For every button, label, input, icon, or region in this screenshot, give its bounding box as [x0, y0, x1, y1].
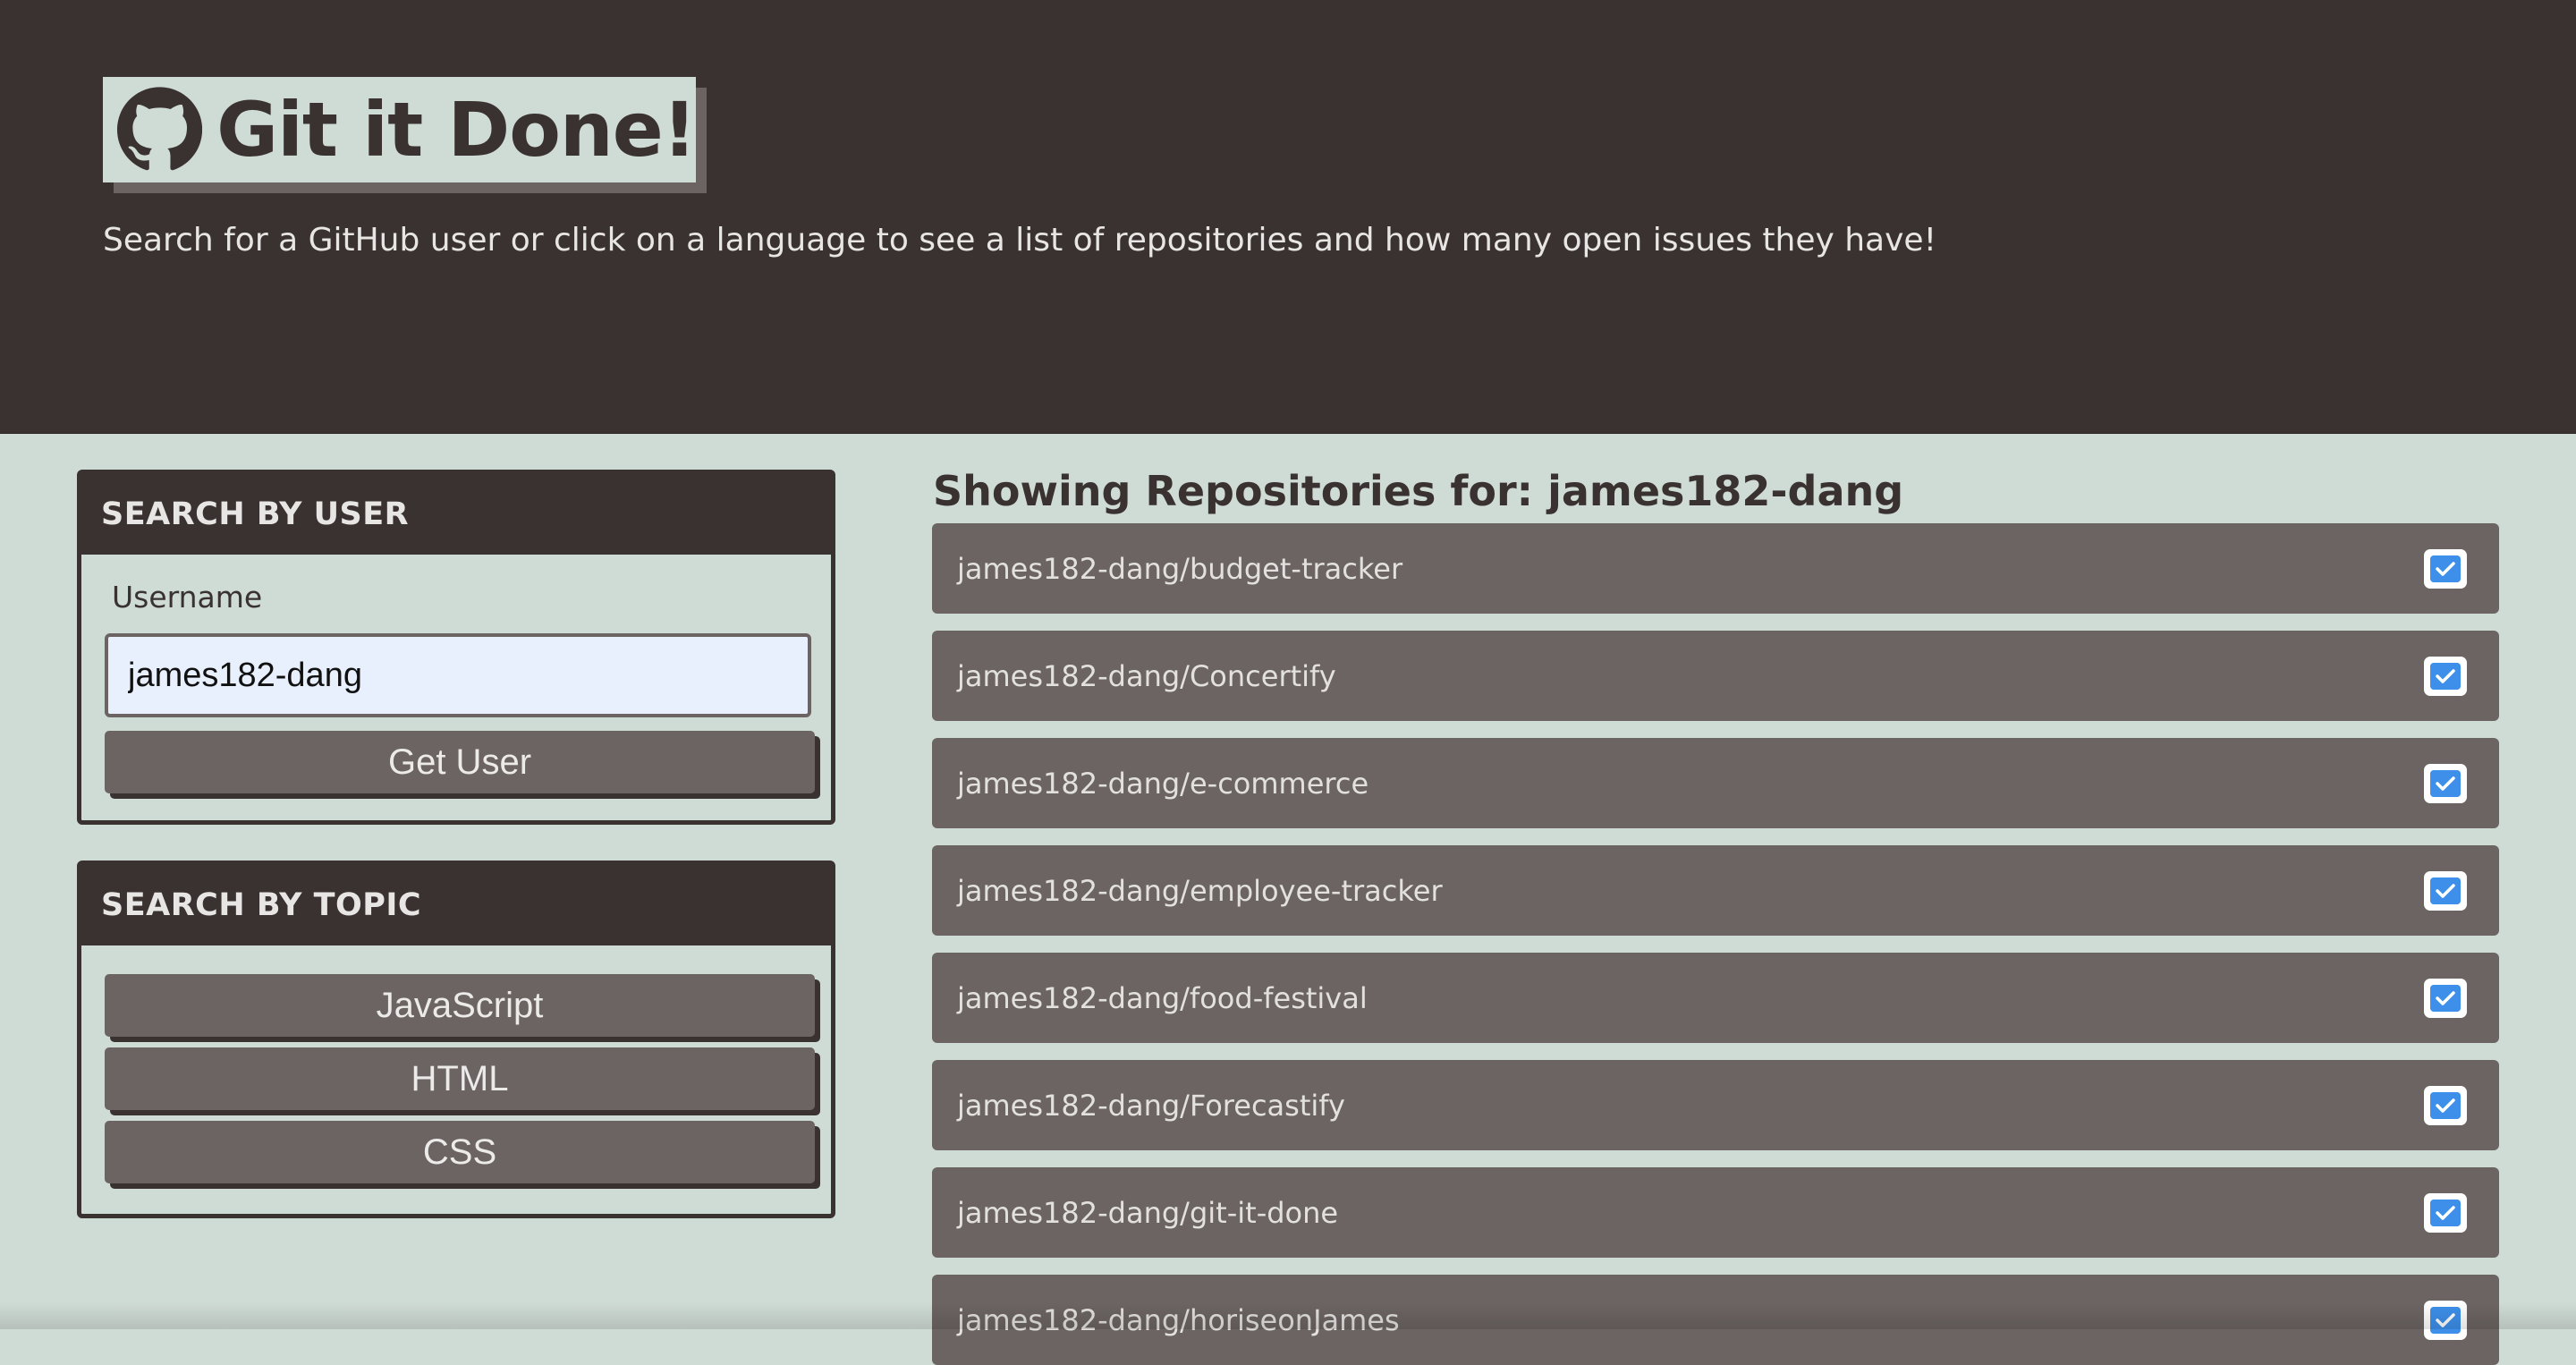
repo-item[interactable]: james182-dang/Concertify: [932, 631, 2499, 721]
check-square-icon: [2424, 763, 2467, 803]
page-subtitle: Search for a GitHub user or click on a l…: [103, 222, 1936, 259]
app-logo: Git it Done!: [103, 77, 697, 182]
repo-name: james182-dang/budget-tracker: [957, 551, 1403, 586]
check-square-icon: [2424, 870, 2467, 911]
repo-item[interactable]: james182-dang/git-it-done: [932, 1167, 2499, 1258]
topic-button-html[interactable]: HTML: [105, 1047, 815, 1110]
repo-name: james182-dang/employee-tracker: [957, 873, 1443, 908]
page-header: Git it Done! Search for a GitHub user or…: [0, 0, 2576, 434]
results-heading: Showing Repositories for: james182-dang: [933, 467, 1903, 515]
topic-button-javascript[interactable]: JavaScript: [105, 974, 815, 1037]
repo-name: james182-dang/horiseonJames: [957, 1302, 1400, 1337]
repo-name: james182-dang/e-commerce: [957, 766, 1369, 801]
repo-name: james182-dang/Concertify: [957, 658, 1336, 693]
repo-name: james182-dang/git-it-done: [957, 1195, 1339, 1230]
username-label: Username: [112, 580, 263, 615]
repo-name: james182-dang/Forecastify: [957, 1088, 1345, 1123]
logo-wrap: Git it Done!: [103, 77, 707, 193]
check-square-icon: [2424, 656, 2467, 696]
results-heading-user: james182-dang: [1547, 467, 1904, 515]
repo-item[interactable]: james182-dang/budget-tracker: [932, 523, 2499, 614]
topic-button-css[interactable]: CSS: [105, 1121, 815, 1183]
user-search-panel: SEARCH BY USER Username Get User: [77, 470, 835, 825]
check-square-icon: [2424, 1300, 2467, 1340]
repo-item[interactable]: james182-dang/e-commerce: [932, 738, 2499, 828]
repo-item[interactable]: james182-dang/employee-tracker: [932, 845, 2499, 936]
check-square-icon: [2424, 1192, 2467, 1233]
topic-search-panel: SEARCH BY TOPIC JavaScript HTML CSS: [77, 861, 835, 1218]
results-heading-prefix: Showing Repositories for:: [933, 467, 1534, 515]
get-user-button[interactable]: Get User: [105, 731, 815, 793]
repo-item[interactable]: james182-dang/Forecastify: [932, 1060, 2499, 1150]
github-octocat-icon: [117, 87, 203, 171]
check-square-icon: [2424, 1085, 2467, 1125]
repo-item[interactable]: james182-dang/horiseonJames: [932, 1275, 2499, 1365]
check-square-icon: [2424, 978, 2467, 1018]
user-search-heading: SEARCH BY USER: [81, 474, 831, 555]
repo-item[interactable]: james182-dang/food-festival: [932, 953, 2499, 1043]
repo-name: james182-dang/food-festival: [957, 980, 1368, 1015]
topic-search-heading: SEARCH BY TOPIC: [81, 865, 831, 945]
app-title: Git it Done!: [216, 86, 697, 174]
username-input[interactable]: [105, 633, 811, 717]
check-square-icon: [2424, 548, 2467, 589]
